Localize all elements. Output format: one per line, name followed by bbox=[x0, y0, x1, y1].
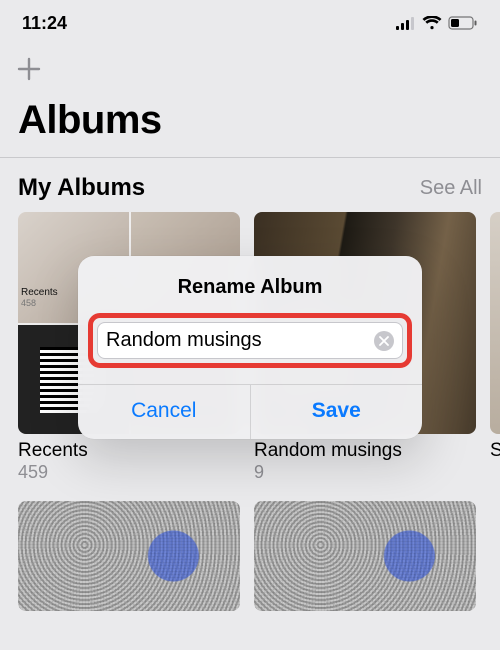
clear-input-button[interactable] bbox=[374, 331, 394, 351]
close-icon bbox=[379, 336, 389, 346]
dialog-buttons: Cancel Save bbox=[78, 384, 422, 439]
dialog-title: Rename Album bbox=[78, 256, 422, 313]
see-all-button[interactable]: See All bbox=[420, 177, 482, 200]
album-name-input[interactable] bbox=[106, 329, 374, 352]
album-name: Recents bbox=[18, 440, 240, 462]
album-name: S bbox=[490, 440, 500, 462]
album-thumbnail[interactable] bbox=[18, 501, 240, 611]
page-title: Albums bbox=[0, 84, 500, 157]
mini-count: 458 bbox=[21, 298, 58, 308]
status-right bbox=[396, 16, 478, 30]
battery-icon bbox=[448, 16, 478, 30]
save-button[interactable]: Save bbox=[251, 385, 423, 439]
dialog-input-container bbox=[97, 322, 403, 359]
section-title: My Albums bbox=[18, 174, 145, 202]
album-count: 459 bbox=[18, 462, 240, 483]
album-thumbnail[interactable] bbox=[254, 501, 476, 611]
album-name: Random musings bbox=[254, 440, 476, 462]
cancel-button[interactable]: Cancel bbox=[78, 385, 251, 439]
add-album-button[interactable] bbox=[14, 54, 44, 84]
album-thumbnail bbox=[490, 212, 500, 434]
divider bbox=[0, 157, 500, 158]
status-bar: 11:24 bbox=[0, 0, 500, 46]
cellular-icon bbox=[396, 17, 416, 30]
section-header: My Albums See All bbox=[0, 168, 500, 212]
albums-row-2 bbox=[0, 483, 500, 611]
dialog-input-highlight bbox=[88, 313, 412, 368]
toolbar bbox=[0, 46, 500, 84]
wifi-icon bbox=[422, 16, 442, 30]
rename-album-dialog: Rename Album Cancel Save bbox=[78, 256, 422, 439]
album-count: 9 bbox=[254, 462, 476, 483]
mini-label: Recents bbox=[21, 287, 58, 298]
album-card-partial[interactable]: S bbox=[490, 212, 500, 483]
status-time: 11:24 bbox=[22, 13, 67, 34]
